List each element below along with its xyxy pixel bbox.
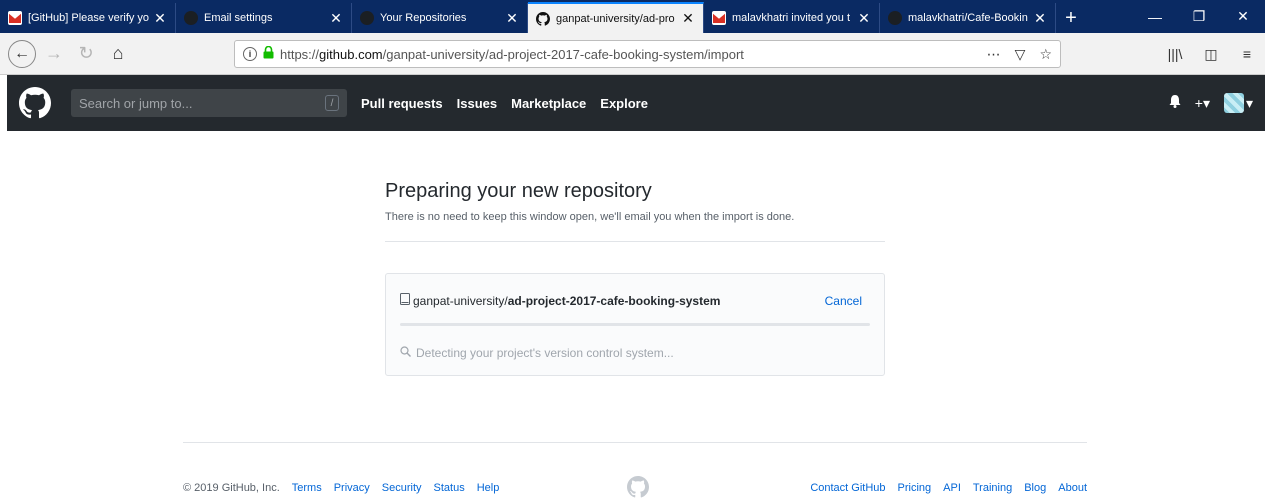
tab-title: ganpat-university/ad-pro (556, 12, 675, 25)
github-nav: Pull requests Issues Marketplace Explore (361, 96, 648, 111)
search-icon (400, 346, 411, 360)
restore-icon[interactable]: ❐ (1177, 0, 1221, 33)
browser-tab[interactable]: Your Repositories ✕ (352, 3, 528, 33)
nav-marketplace[interactable]: Marketplace (511, 96, 586, 111)
github-icon (184, 11, 198, 25)
browser-toolbar: ← → ↻ ⌂ i https://github.com/ganpat-univ… (0, 33, 1265, 75)
gmail-icon (712, 11, 726, 25)
new-tab-button[interactable]: + (1056, 3, 1086, 33)
cancel-button[interactable]: Cancel (825, 294, 862, 308)
footer-link-privacy[interactable]: Privacy (334, 482, 370, 494)
browser-tab-active[interactable]: ganpat-university/ad-pro ✕ (528, 2, 704, 33)
footer-divider (183, 442, 1087, 443)
close-icon[interactable]: ✕ (1033, 10, 1047, 27)
lock-icon[interactable] (263, 45, 274, 62)
divider (385, 241, 885, 242)
url-bar[interactable]: i https://github.com/ganpat-university/a… (234, 40, 1061, 68)
url-domain: github.com (319, 46, 383, 62)
browser-tab[interactable]: malavkhatri/Cafe-Bookin ✕ (880, 3, 1056, 33)
page-actions-icon[interactable]: ⋯ (987, 46, 1001, 63)
repo-line: ganpat-university/ad-project-2017-cafe-b… (400, 293, 862, 308)
close-icon[interactable]: ✕ (153, 10, 167, 27)
tab-title: malavkhatri invited you t (732, 12, 850, 24)
tab-title: Your Repositories (380, 12, 467, 24)
notification-bell-icon[interactable] (1169, 95, 1181, 111)
browser-tab[interactable]: Email settings ✕ (176, 3, 352, 33)
import-status-box: ganpat-university/ad-project-2017-cafe-b… (385, 273, 885, 376)
close-window-icon[interactable]: ✕ (1221, 0, 1265, 33)
footer-link-pricing[interactable]: Pricing (898, 482, 932, 494)
github-logo-icon[interactable] (19, 87, 51, 119)
window-controls: — ❐ ✕ (1133, 0, 1265, 33)
footer: © 2019 GitHub, Inc. Terms Privacy Securi… (183, 476, 1087, 498)
url-path: /ganpat-university/ad-project-2017-cafe-… (382, 46, 744, 62)
chevron-down-icon: ▾ (1245, 94, 1253, 111)
library-icon[interactable]: |||\ (1157, 40, 1193, 68)
import-status-text: Detecting your project's version control… (416, 346, 674, 360)
avatar[interactable] (1223, 93, 1244, 113)
minimize-icon[interactable]: — (1133, 0, 1177, 33)
browser-tab-strip: [GitHub] Please verify yo ✕ Email settin… (0, 0, 1265, 33)
reload-icon[interactable]: ↻ (72, 40, 100, 68)
github-mark-icon[interactable] (627, 476, 649, 498)
copyright: © 2019 GitHub, Inc. (183, 482, 280, 494)
pocket-icon[interactable]: ▽ (1015, 46, 1026, 63)
browser-tab[interactable]: malavkhatri invited you t ✕ (704, 3, 880, 33)
search-placeholder: Search or jump to... (79, 95, 193, 111)
close-icon[interactable]: ✕ (505, 10, 519, 27)
footer-link-security[interactable]: Security (382, 482, 422, 494)
search-hotkey-badge: / (325, 95, 339, 111)
github-header: Search or jump to... / Pull requests Iss… (7, 75, 1265, 131)
browser-tab[interactable]: [GitHub] Please verify yo ✕ (0, 3, 176, 33)
repo-owner: ganpat-university/ (413, 293, 508, 308)
tab-title: malavkhatri/Cafe-Bookin (908, 12, 1028, 24)
import-header: Preparing your new repository There is n… (385, 180, 885, 242)
nav-issues[interactable]: Issues (457, 96, 497, 111)
back-arrow-icon[interactable]: ← (8, 39, 36, 68)
close-icon[interactable]: ✕ (857, 10, 871, 27)
nav-pull-requests[interactable]: Pull requests (361, 96, 443, 111)
page-title: Preparing your new repository (385, 180, 652, 202)
tab-title: [GitHub] Please verify yo (28, 12, 149, 24)
repo-name: ad-project-2017-cafe-booking-system (507, 293, 721, 308)
footer-link-about[interactable]: About (1058, 482, 1087, 494)
user-menu[interactable]: ▾ (1223, 93, 1253, 113)
nav-explore[interactable]: Explore (600, 96, 648, 111)
info-icon[interactable]: i (243, 47, 257, 61)
search-input[interactable]: Search or jump to... / (71, 89, 347, 117)
home-icon[interactable]: ⌂ (104, 40, 132, 68)
forward-arrow-icon[interactable]: → (40, 40, 68, 68)
footer-link-training[interactable]: Training (973, 482, 1012, 494)
bookmark-star-icon[interactable]: ☆ (1039, 46, 1052, 63)
footer-link-terms[interactable]: Terms (292, 482, 322, 494)
tab-title: Email settings (204, 12, 273, 24)
create-new-icon[interactable]: +▾ (1195, 95, 1210, 112)
close-icon[interactable]: ✕ (329, 10, 343, 27)
github-icon (360, 11, 374, 25)
footer-link-contact[interactable]: Contact GitHub (810, 482, 885, 494)
gmail-icon (8, 11, 22, 25)
repo-icon (400, 293, 410, 308)
footer-link-help[interactable]: Help (477, 482, 500, 494)
import-status: Detecting your project's version control… (400, 346, 674, 360)
menu-icon[interactable]: ≡ (1229, 40, 1265, 68)
footer-link-api[interactable]: API (943, 482, 961, 494)
progress-bar (400, 323, 870, 326)
github-icon (888, 11, 902, 25)
close-icon[interactable]: ✕ (681, 10, 695, 27)
footer-link-blog[interactable]: Blog (1024, 482, 1046, 494)
page-subtitle: There is no need to keep this window ope… (385, 211, 795, 223)
sidebar-icon[interactable]: ◫ (1193, 40, 1229, 68)
footer-link-status[interactable]: Status (434, 482, 465, 494)
github-icon (536, 11, 550, 26)
url-prefix: https:// (280, 46, 320, 62)
